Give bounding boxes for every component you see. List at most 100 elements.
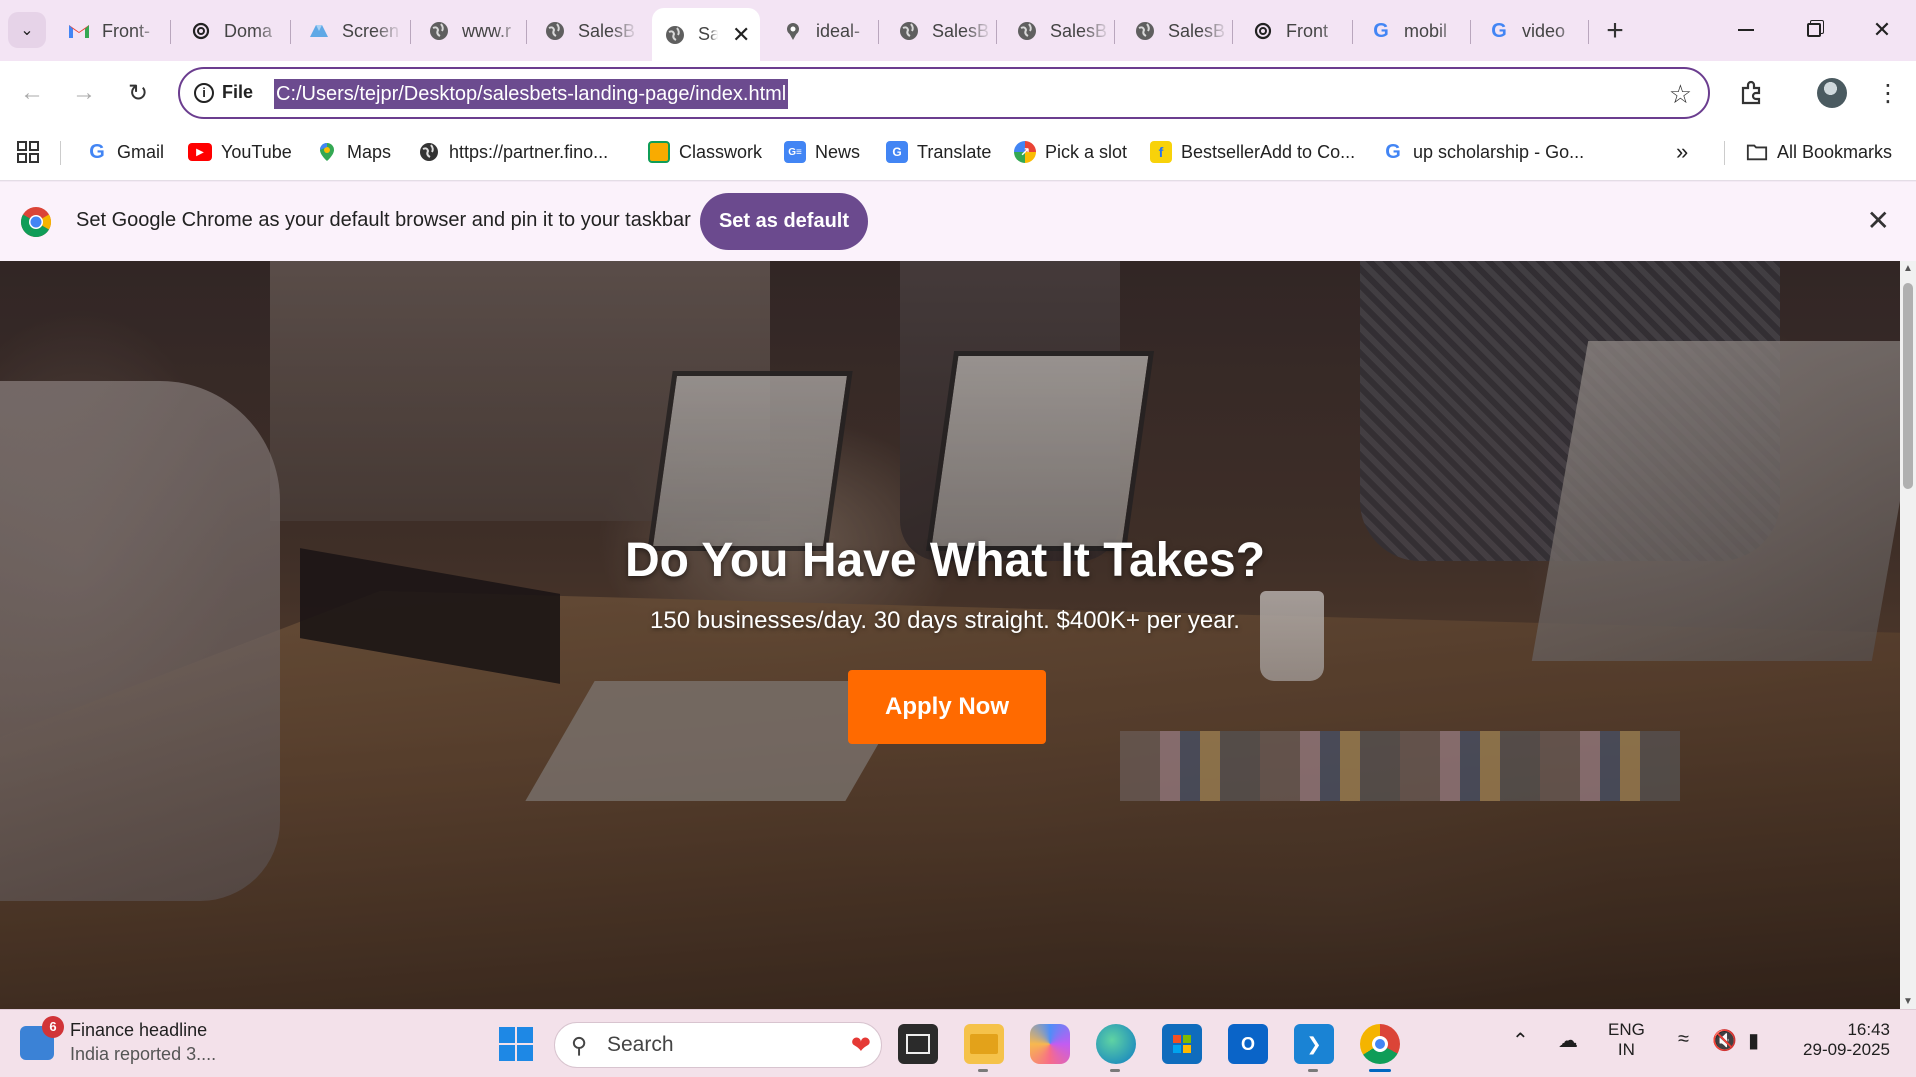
active-indicator [1369, 1069, 1391, 1072]
tab-label: Doma [224, 20, 273, 41]
apps-grid-icon [17, 141, 39, 163]
windows-taskbar: 6 Finance headline India reported 3.... … [0, 1009, 1916, 1077]
bookmark-partner-fino[interactable]: https://partner.fino... [418, 137, 608, 167]
scheme-label: File [222, 82, 254, 102]
page-viewport: Do You Have What It Takes? 150 businesse… [0, 261, 1900, 1009]
hero-title: Do You Have What It Takes? [624, 534, 1266, 587]
site-info-button[interactable]: i File [194, 82, 253, 103]
clock-time: 16:43 [1847, 1020, 1890, 1039]
bookmark-star-icon[interactable]: ☆ [1669, 79, 1692, 110]
tab-mobil[interactable]: G mobil [1358, 12, 1468, 50]
set-default-button[interactable]: Set as default [700, 193, 868, 250]
tab-ideal[interactable]: ideal- [770, 12, 876, 50]
pick-icon: ↗ [1014, 141, 1036, 163]
new-tab-button[interactable]: + [1598, 14, 1632, 48]
tab-label: video [1522, 20, 1566, 41]
scroll-thumb[interactable] [1903, 283, 1913, 489]
more-bookmarks-button[interactable]: » [1676, 137, 1688, 167]
tab-salesb-2[interactable]: SalesB [886, 12, 994, 50]
extensions-button[interactable] [1734, 75, 1770, 111]
tab-separator [290, 20, 291, 44]
chevron-up-icon[interactable]: ⌃ [1512, 1028, 1529, 1053]
globe-icon [898, 20, 920, 42]
tab-label: SalesB [932, 20, 990, 41]
widgets-icon: 6 [20, 1015, 64, 1060]
close-icon[interactable]: ✕ [1867, 204, 1890, 237]
vscode-button[interactable]: ❯ [1294, 1024, 1334, 1072]
bookmark-label: Translate [917, 141, 992, 162]
globe-icon [1016, 20, 1038, 42]
bookmark-gmail[interactable]: G Gmail [86, 137, 164, 167]
bookmark-maps[interactable]: Maps [316, 137, 391, 167]
bookmark-label: News [815, 141, 861, 162]
scroll-up-icon[interactable]: ▲ [1903, 263, 1913, 274]
forward-button[interactable]: → [64, 73, 104, 113]
minimize-button[interactable] [1716, 10, 1776, 50]
start-button[interactable] [496, 1024, 536, 1064]
tab-www[interactable]: www.r [416, 12, 524, 50]
bookmark-pick-a-slot[interactable]: ↗ Pick a slot [1014, 137, 1127, 167]
bookmark-youtube[interactable]: ▶ YouTube [188, 137, 292, 167]
address-bar[interactable]: i File C:/Users/tejpr/Desktop/salesbets-… [178, 67, 1710, 119]
tab-front-gmail[interactable]: Front- [56, 12, 166, 50]
file-explorer-button[interactable] [964, 1024, 1004, 1072]
browser-toolbar: ← → ↻ i File C:/Users/tejpr/Desktop/sale… [0, 61, 1916, 125]
all-bookmarks-label: All Bookmarks [1777, 141, 1893, 162]
bookmark-up-scholarship[interactable]: G up scholarship - Go... [1382, 137, 1584, 167]
volume-muted-icon[interactable]: 🔇 [1712, 1028, 1737, 1053]
apps-button[interactable] [16, 137, 40, 167]
back-button[interactable]: ← [12, 73, 52, 113]
bookmark-news[interactable]: G≡ News [784, 137, 860, 167]
url-text[interactable]: C:/Users/tejpr/Desktop/salesbets-landing… [274, 79, 789, 109]
bookmark-label: Classwork [679, 141, 763, 162]
gmail-icon [68, 20, 90, 42]
news-widget[interactable]: 6 Finance headline India reported 3.... [20, 1015, 216, 1065]
tab-screen[interactable]: Screen [296, 12, 408, 50]
page-scrollbar[interactable]: ▲ ▼ [1900, 261, 1916, 1009]
restore-icon [1807, 23, 1821, 37]
bookmark-classwork[interactable]: Classwork [648, 137, 762, 167]
tab-domain[interactable]: Doma [178, 12, 288, 50]
bookmark-label: up scholarship - Go... [1413, 141, 1585, 162]
tab-salesb-4[interactable]: SalesB [1122, 12, 1230, 50]
globe-icon [428, 20, 450, 42]
bookmark-translate[interactable]: G Translate [886, 137, 991, 167]
outlook-button[interactable]: O [1228, 1024, 1268, 1064]
tab-salesb-3[interactable]: SalesB [1004, 12, 1112, 50]
tab-video[interactable]: G video [1476, 12, 1586, 50]
battery-icon[interactable]: ▮ [1748, 1028, 1759, 1053]
tab-label: Sa [698, 24, 718, 44]
onedrive-icon[interactable]: ☁ [1558, 1028, 1578, 1053]
store-icon [1173, 1035, 1191, 1053]
taskbar-search[interactable]: ⚲ Search ❤ [554, 1022, 882, 1068]
hero-subtitle: 150 businesses/day. 30 days straight. $4… [650, 607, 1240, 634]
restore-button[interactable] [1784, 10, 1844, 50]
chevron-down-icon: ⌄ [20, 22, 34, 39]
tab-search-button[interactable]: ⌄ [8, 12, 46, 48]
bookmark-bestseller[interactable]: f BestsellerAdd to Co... [1150, 137, 1355, 167]
all-bookmarks-button[interactable]: All Bookmarks [1746, 137, 1892, 167]
youtube-icon: ▶ [188, 143, 212, 161]
news-title: Finance headline [70, 1020, 208, 1040]
store-button[interactable] [1162, 1024, 1202, 1064]
profile-avatar[interactable] [1814, 75, 1850, 111]
reload-button[interactable]: ↻ [118, 73, 158, 113]
close-icon[interactable]: ✕ [732, 22, 750, 48]
tab-salesbets-active[interactable]: Sa ✕ [652, 8, 760, 61]
edge-button[interactable] [1096, 1024, 1136, 1072]
bookmark-label: Pick a slot [1045, 141, 1128, 162]
clock[interactable]: 16:43 29-09-2025 [1790, 1020, 1890, 1060]
scroll-down-icon[interactable]: ▼ [1903, 996, 1913, 1007]
tab-salesb-1[interactable]: SalesB [532, 12, 642, 50]
task-view-button[interactable] [898, 1024, 938, 1064]
wifi-icon[interactable]: ≈ [1678, 1028, 1689, 1051]
window-close-button[interactable]: ✕ [1852, 10, 1912, 50]
language-indicator[interactable]: ENG IN [1608, 1020, 1645, 1060]
tab-front[interactable]: Front [1240, 12, 1350, 50]
menu-button[interactable]: ⋮ [1870, 75, 1906, 111]
copilot-button[interactable] [1030, 1024, 1070, 1064]
apply-now-button[interactable]: Apply Now [848, 670, 1046, 744]
tab-label: SalesB [1168, 20, 1226, 41]
chrome-taskbar-button[interactable] [1360, 1024, 1400, 1072]
tab-separator [1588, 20, 1589, 44]
